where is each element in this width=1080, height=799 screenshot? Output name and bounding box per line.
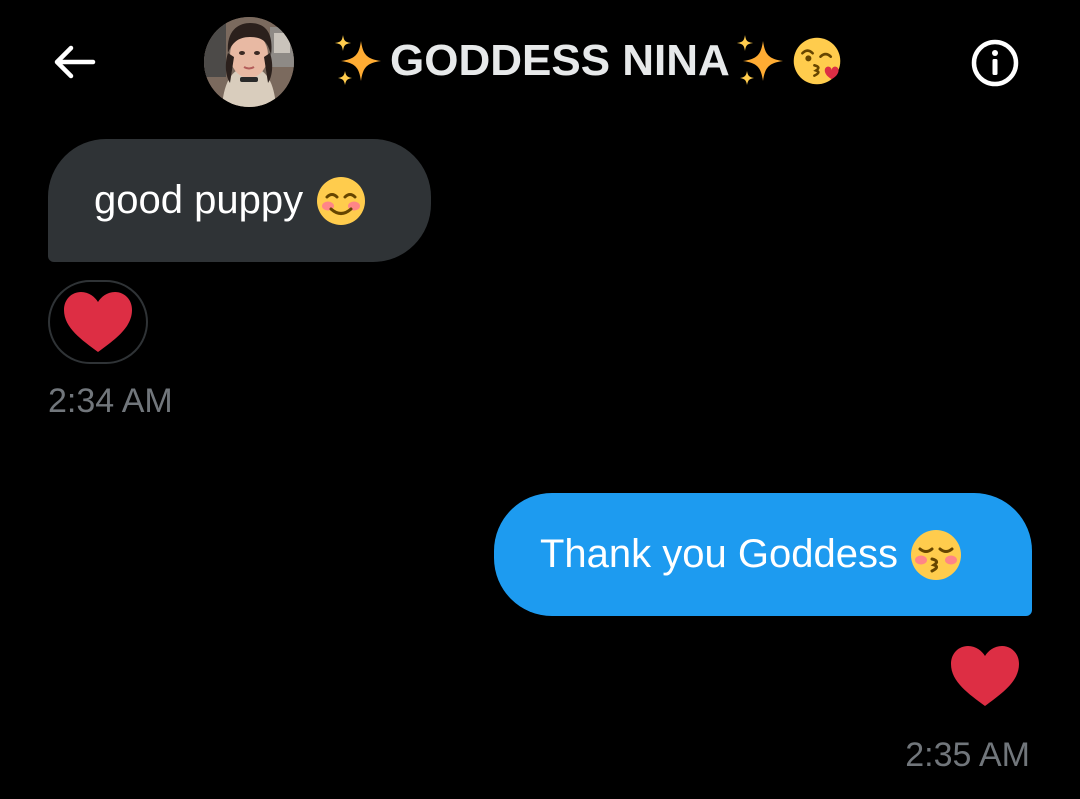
avatar-photo xyxy=(204,17,294,107)
dm-conversation-screen: GODDESS NINA good puppy 2:34 AM Thank yo… xyxy=(0,0,1080,799)
sparkles-icon xyxy=(732,32,790,90)
message-timestamp: 2:34 AM xyxy=(48,382,173,420)
kissing-face-closed-eyes-icon xyxy=(910,529,962,581)
message-reaction[interactable] xyxy=(48,280,148,364)
conversation-info-button[interactable] xyxy=(966,34,1024,92)
conversation-header: GODDESS NINA xyxy=(0,0,1080,125)
message-bubble-incoming[interactable]: good puppy xyxy=(48,139,431,262)
back-button[interactable] xyxy=(46,38,102,86)
face-blowing-kiss-icon xyxy=(792,32,842,90)
message-text: good puppy xyxy=(94,178,304,222)
message-timestamp: 2:35 AM xyxy=(905,736,1030,774)
contact-name: GODDESS NINA xyxy=(390,36,730,85)
arrow-left-icon xyxy=(54,45,96,79)
conversation-title[interactable]: GODDESS NINA xyxy=(330,30,842,92)
message-reaction[interactable] xyxy=(946,640,1024,712)
sparkles-icon xyxy=(330,32,388,90)
smiling-face-icon xyxy=(315,175,367,227)
red-heart-icon xyxy=(64,292,132,352)
avatar[interactable] xyxy=(204,17,294,107)
info-circle-icon xyxy=(971,39,1019,87)
red-heart-icon xyxy=(951,646,1019,706)
message-bubble-outgoing[interactable]: Thank you Goddess xyxy=(494,493,1032,616)
message-text: Thank you Goddess xyxy=(540,532,898,576)
